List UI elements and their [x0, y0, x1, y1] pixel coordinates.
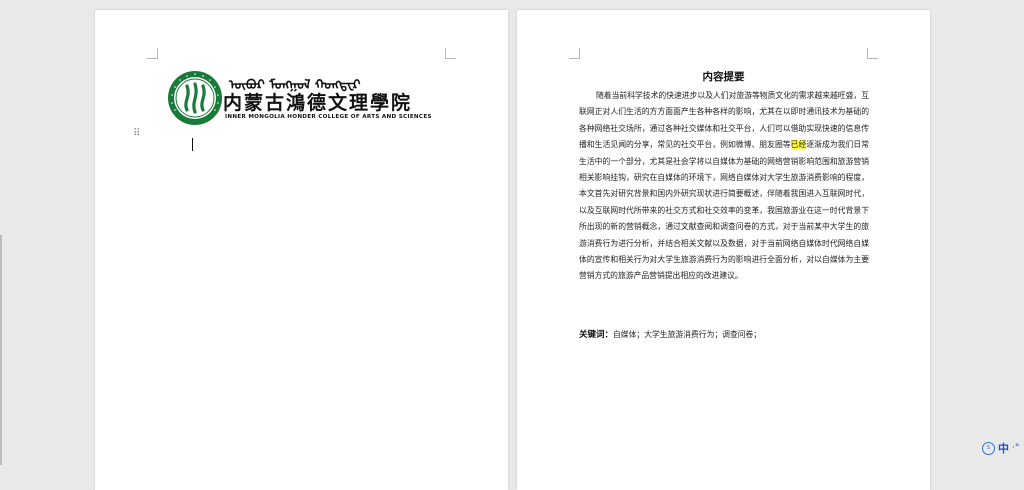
- ime-logo-icon: S: [982, 441, 995, 455]
- crop-mark-top-left: [569, 48, 580, 59]
- keywords-label: 关键词：: [579, 330, 614, 340]
- keywords-value: 自媒体；大学生旅游消费行为；调查问卷；: [613, 330, 762, 339]
- crop-mark-top-right: [867, 48, 878, 59]
- ime-language-toggle[interactable]: 中: [998, 440, 1009, 456]
- document-page-2[interactable]: 内容提要 随着当前科学技术的快速进步以及人们对旅游等物质文化的需求越来越旺盛，互…: [517, 10, 930, 490]
- abstract-text-part-2: 逐渐成为我们日常生活中的一个部分，尤其是社会学将以自媒体为基础的网络营销影响范围…: [579, 140, 870, 281]
- text-cursor: [192, 138, 193, 151]
- abstract-title: 内容提要: [702, 71, 745, 83]
- ime-more-icon[interactable]: ·°: [1012, 443, 1019, 453]
- college-seal-icon: [168, 71, 222, 125]
- drag-handle-icon[interactable]: ⠿: [133, 128, 140, 139]
- highlighted-text: 已经: [790, 140, 807, 150]
- document-page-1[interactable]: ᠥᠪᠥᠷ ᠮᠣᠩᠭᠣᠯ ᠬᠣᠩᠳᠧᠷ 内蒙古鴻德文理學院 INNER MONGO…: [95, 10, 508, 490]
- crop-mark-top-left: [147, 48, 158, 59]
- college-name-english: INNER MONGOLIA HONDER COLLEGE OF ARTS AN…: [225, 114, 432, 120]
- abstract-paragraph[interactable]: 随着当前科学技术的快速进步以及人们对旅游等物质文化的需求越来越旺盛，互联网正对人…: [579, 88, 869, 285]
- crop-mark-top-right: [445, 48, 456, 59]
- college-logo[interactable]: ᠥᠪᠥᠷ ᠮᠣᠩᠭᠣᠯ ᠬᠣᠩᠳᠧᠷ 内蒙古鴻德文理學院 INNER MONGO…: [167, 70, 467, 130]
- keywords-line[interactable]: 关键词：自媒体；大学生旅游消费行为；调查问卷；: [579, 328, 869, 340]
- ime-indicator[interactable]: S 中 ·°: [982, 440, 1019, 456]
- college-name-chinese: 内蒙古鴻德文理學院: [223, 92, 413, 114]
- window-edge: [0, 235, 2, 465]
